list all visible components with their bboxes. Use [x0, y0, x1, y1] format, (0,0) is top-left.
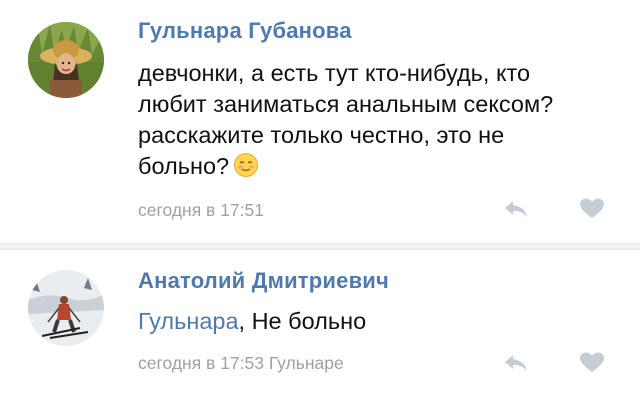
comment: Гульнара Губанова девчонки, а есть тут к… — [0, 0, 640, 243]
comment-body: девчонки, а есть тут кто-нибудь, кто люб… — [138, 60, 554, 179]
reply-arrow-icon — [505, 355, 527, 371]
smiling-face-emoji-icon — [233, 152, 259, 186]
like-button[interactable] — [578, 351, 606, 375]
comment-text: Гульнара, Не больно — [138, 306, 578, 337]
reply-mention-link[interactable]: Гульнара — [138, 308, 239, 334]
woman-in-straw-hat-avatar — [28, 22, 104, 98]
comment: Анатолий Дмитриевич Гульнара, Не больно … — [0, 250, 640, 401]
comment-separator — [0, 243, 640, 250]
like-button[interactable] — [578, 197, 606, 221]
reply-button[interactable] — [502, 351, 530, 375]
skier-avatar — [28, 270, 104, 346]
author-avatar[interactable] — [28, 22, 104, 98]
comment-thread: Гульнара Губанова девчонки, а есть тут к… — [0, 0, 640, 401]
author-avatar[interactable] — [28, 270, 104, 346]
reply-button[interactable] — [502, 197, 530, 221]
author-name[interactable]: Гульнара Губанова — [138, 18, 352, 44]
comment-text: девчонки, а есть тут кто-нибудь, кто люб… — [138, 58, 578, 186]
comment-body: , Не больно — [238, 308, 367, 334]
author-name[interactable]: Анатолий Дмитриевич — [138, 268, 389, 294]
heart-icon — [580, 352, 604, 372]
reply-arrow-icon — [505, 201, 527, 217]
comment-timestamp[interactable]: сегодня в 17:53 Гульнаре — [138, 353, 344, 374]
comment-timestamp[interactable]: сегодня в 17:51 — [138, 200, 264, 221]
heart-icon — [580, 198, 604, 218]
